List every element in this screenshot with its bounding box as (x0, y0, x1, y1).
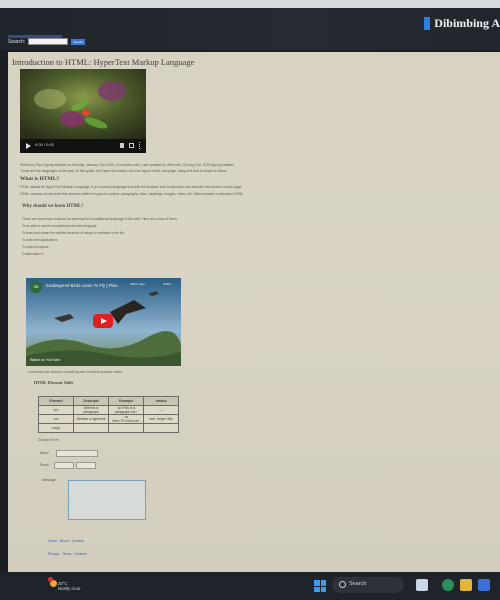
notification-badge (48, 577, 53, 582)
footer-link[interactable]: About (60, 539, 69, 543)
table-row: <img> (38, 423, 179, 433)
email-field[interactable] (54, 462, 74, 469)
search-label: Search: (8, 38, 26, 45)
table-header: Element (38, 396, 74, 406)
footer-links-2: Privacy · Terms · Careers (48, 552, 87, 556)
table-header: Example (108, 396, 144, 406)
paragraph-definition: HTML stands for HyperText Markup Languag… (20, 185, 243, 189)
table-header: Deskripsi (73, 396, 109, 406)
search-row: Search: Search (8, 38, 86, 45)
footer-link[interactable]: Terms (62, 552, 71, 556)
table-cell: href, target, title (143, 414, 179, 424)
weather-widget[interactable]: 28°C Mostly clear (58, 581, 80, 591)
more-options-icon[interactable] (139, 142, 141, 149)
youtube-embed[interactable]: DB Endangered Birds Learn To Fly | Plan.… (26, 278, 181, 366)
list-item: To be able to use the foundational web d… (22, 224, 97, 228)
message-label: Message (42, 478, 56, 482)
name-field[interactable] (56, 450, 98, 457)
table-row: <p> Defines a paragraph <p>This is a par… (38, 405, 179, 415)
play-icon[interactable] (26, 143, 31, 149)
video-controls: 0:00 / 0:00 (20, 139, 146, 153)
search-input[interactable] (28, 38, 69, 45)
taskbar-search[interactable]: Search (332, 577, 404, 593)
form-heading: Contact Form (38, 438, 59, 442)
word-icon[interactable] (478, 579, 490, 591)
footer-link[interactable]: Careers (74, 552, 86, 556)
youtube-title[interactable]: Endangered Birds Learn To Fly | Plan... (46, 283, 121, 288)
table-cell: <a> (38, 414, 74, 424)
list-item-label: Collaboration (22, 252, 41, 256)
brand-text: Dibimbing A (434, 15, 500, 30)
table-cell: <p>This is a paragraph</p> (108, 405, 144, 415)
footer-link[interactable]: Contact (72, 539, 84, 543)
weather-desc: Mostly clear (58, 586, 81, 591)
footer-link[interactable]: Home (48, 539, 57, 543)
list-item: To build web applications (22, 238, 58, 242)
fullscreen-icon[interactable] (129, 143, 134, 148)
watch-later-button[interactable]: Watch later (130, 282, 145, 286)
table-cell (143, 423, 179, 433)
video-time: 0:00 / 0:00 (35, 142, 54, 147)
table-cell: <a href="#">Link</a> (108, 414, 144, 424)
email-domain-field[interactable] (76, 462, 96, 469)
table-row: <a> Defines a hyperlink <a href="#">Link… (38, 414, 179, 424)
taskbar-app-icon[interactable] (416, 579, 428, 591)
list-item: To improve layouts (22, 245, 49, 249)
video-player[interactable]: 0:00 / 0:00 (20, 69, 146, 153)
browser-top-strip (0, 0, 500, 8)
brand-logo[interactable]: Dibimbing A (424, 14, 500, 32)
list-item: Collaboration ♥ (22, 252, 44, 256)
brand-mark-icon (424, 16, 431, 30)
file-explorer-icon[interactable] (460, 579, 472, 591)
email-label: Email (40, 463, 49, 467)
post-meta: Posted by Pipo Agung Adiatmo on Monday, … (20, 163, 235, 167)
table-cell: — (143, 405, 179, 415)
heart-icon: ♥ (41, 252, 44, 256)
table-cell (108, 423, 144, 433)
table-cell: <img> (38, 423, 74, 433)
footer-link[interactable]: Privacy (48, 552, 59, 556)
table-cell: <p> (38, 405, 74, 415)
list-item: To learn and create the website structur… (22, 231, 124, 235)
footer-links: Home · About · Contact (48, 539, 84, 543)
chrome-icon[interactable] (442, 579, 454, 591)
taskbar-search-label: Search (349, 581, 367, 587)
message-textarea[interactable] (68, 480, 146, 520)
search-icon (339, 581, 346, 588)
youtube-play-icon[interactable] (93, 314, 113, 328)
paragraph-elements: HTML consists of elements that describe … (20, 192, 245, 196)
table-cell: Defines a paragraph (73, 405, 109, 415)
intro-paragraph: These are the languages of the web. In t… (20, 169, 228, 173)
volume-icon[interactable] (120, 143, 124, 148)
video-thumbnail (20, 69, 146, 139)
youtube-channel-avatar[interactable]: DB (30, 281, 42, 293)
windows-start-icon[interactable] (314, 580, 326, 592)
page-title: Introduction to HTML: HyperText Markup L… (12, 57, 195, 67)
article-page: Introduction to HTML: HyperText Markup L… (8, 52, 500, 572)
table-cell (73, 423, 109, 433)
html-element-table: Element Deskripsi Example Atribut <p> De… (38, 396, 179, 433)
taskbar: 28°C Mostly clear Search (0, 572, 500, 600)
table-cell: Defines a hyperlink (73, 414, 109, 424)
table-header: Atribut (143, 396, 179, 406)
watch-on-youtube-link[interactable]: Watch on YouTube (30, 358, 60, 362)
video-note: Lorem like you find out something new fr… (28, 370, 122, 374)
heading-what-is-html: What is HTML? (20, 176, 60, 182)
name-label: Name (40, 451, 50, 455)
site-header: Dibimbing A Search: Search (0, 8, 500, 50)
heading-why-learn: Why should we learn HTML? (22, 204, 84, 209)
share-button[interactable]: Share (163, 282, 171, 286)
list-intro: There are numerous reasons for learning … (22, 217, 178, 221)
search-button[interactable]: Search (71, 38, 86, 45)
table-heading: HTML Element Table (34, 380, 74, 385)
